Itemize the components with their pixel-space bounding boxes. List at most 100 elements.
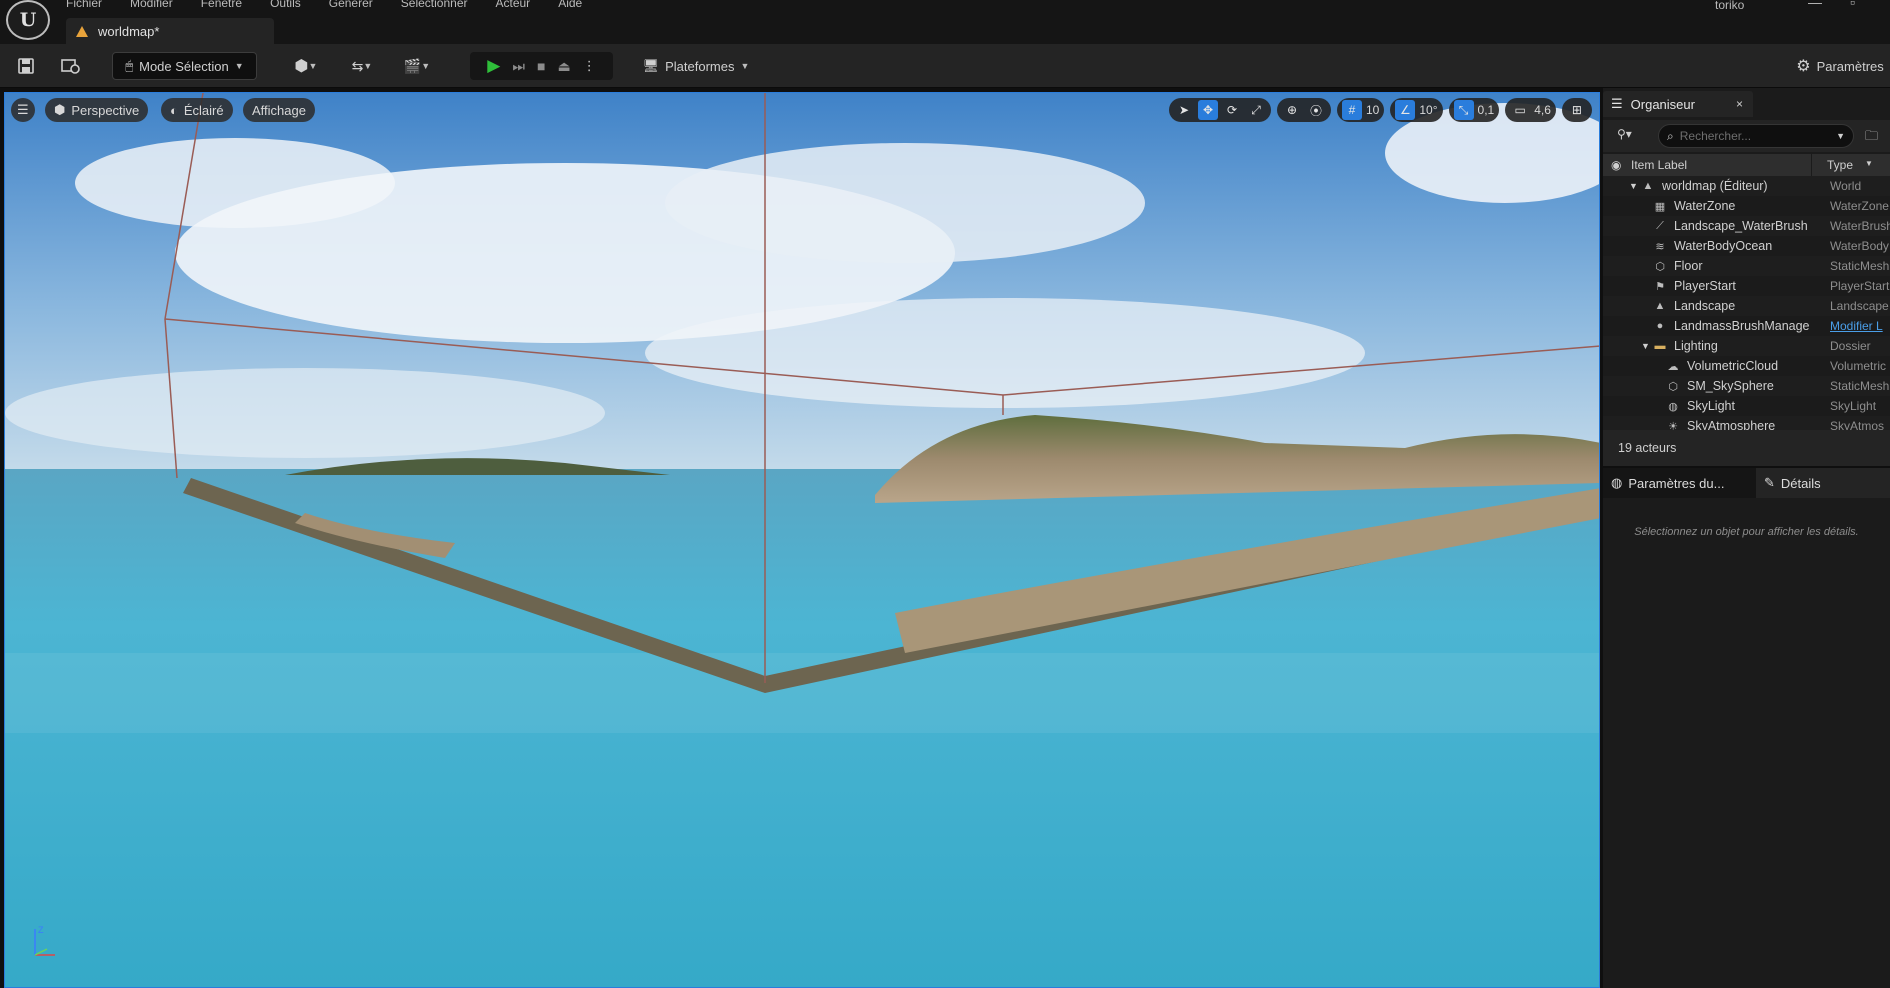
tree-row-waterzone[interactable]: ▦ WaterZone WaterZone xyxy=(1603,196,1890,216)
scene-render xyxy=(5,93,1599,987)
search-placeholder: Rechercher... xyxy=(1679,129,1752,143)
tab-details-label: Détails xyxy=(1780,475,1821,491)
brush-icon: ⟋ xyxy=(1656,219,1664,232)
settings-button[interactable]: ⚙ Paramètres xyxy=(1790,52,1890,80)
content-browser-icon[interactable] xyxy=(56,52,86,80)
sort-desc-icon: ▼ xyxy=(1865,159,1873,168)
tree-row-type: World xyxy=(1830,179,1862,193)
grid-icon: # xyxy=(1342,100,1362,120)
tree-row-skyatmosphere[interactable]: ☀ SkyAtmosphere SkyAtmos xyxy=(1603,416,1890,430)
surface-snap-icon[interactable]: ⦿ xyxy=(1306,100,1326,120)
column-type[interactable]: Type xyxy=(1827,158,1853,172)
menu-window[interactable]: Fenêtre xyxy=(201,0,242,10)
tree-row-type: WaterBrush xyxy=(1830,219,1890,233)
tree-row-type-link[interactable]: Modifier L xyxy=(1830,319,1883,333)
blueprint-button[interactable]: ⇆ ▼ xyxy=(344,52,380,80)
scale-icon[interactable]: ⤢ xyxy=(1246,100,1266,120)
tree-row-label: LandmassBrushManage xyxy=(1674,319,1810,333)
world-coords-icon[interactable]: ⊕ xyxy=(1282,100,1302,120)
menu-actor[interactable]: Acteur xyxy=(496,0,531,10)
add-folder-icon[interactable]: 🗀 xyxy=(1865,127,1878,149)
layout-grid-icon: ⊞ xyxy=(1571,103,1582,117)
menu-build[interactable]: Générer xyxy=(329,0,373,10)
column-divider xyxy=(1811,154,1812,176)
close-icon[interactable]: × xyxy=(1736,97,1743,111)
rotation-snap-toggle[interactable]: ∠ 10° xyxy=(1390,98,1443,122)
tab-details[interactable]: ✎ Détails xyxy=(1756,468,1890,498)
menu-tools[interactable]: Outils xyxy=(270,0,301,10)
stop-icon[interactable]: ■ xyxy=(537,58,545,74)
perspective-button[interactable]: ⬢ Perspective xyxy=(45,98,149,122)
expand-arrow-icon[interactable]: ▼ xyxy=(1629,181,1638,191)
select-arrow-icon[interactable]: ➤ xyxy=(1174,100,1194,120)
menu-help[interactable]: Aide xyxy=(558,0,582,10)
cube-icon: ⬢ xyxy=(54,102,66,117)
outliner-panel: ☰ Organiseur × ⚲▾ ⌕ Rechercher... ▼ 🗀 ◉ … xyxy=(1603,88,1890,466)
step-icon[interactable]: ⏭ xyxy=(512,58,525,75)
layout-button[interactable]: ⊞ xyxy=(1561,98,1592,122)
filter-icon[interactable]: ⚲▾ xyxy=(1617,127,1632,141)
camera-speed-button[interactable]: ▭ 4,6 xyxy=(1505,98,1556,122)
tree-row-playerstart[interactable]: ⚑ PlayerStart PlayerStart xyxy=(1603,276,1890,296)
chevron-down-icon: ▼ xyxy=(421,61,431,71)
more-options-icon[interactable]: ⋮ xyxy=(583,58,596,74)
cinematics-button[interactable]: 🎬 ▼ xyxy=(398,52,436,80)
tree-row-landmassbrushmanager[interactable]: ● LandmassBrushManage Modifier L xyxy=(1603,316,1890,336)
clapper-icon: 🎬 xyxy=(403,57,422,74)
menu-edit[interactable]: Modifier xyxy=(130,0,173,10)
outliner-header: ◉ Item Label Type ▼ xyxy=(1603,154,1890,176)
folder-icon: ▬ xyxy=(1654,340,1666,352)
tree-row-waterbodyocean[interactable]: ≋ WaterBodyOcean WaterBody xyxy=(1603,236,1890,256)
platforms-label: Plateformes xyxy=(665,58,735,74)
tree-row-lighting-folder[interactable]: ▼ ▬ Lighting Dossier xyxy=(1603,336,1890,356)
water-zone-icon: ▦ xyxy=(1654,200,1666,213)
tree-row-landscape[interactable]: ▲ Landscape Landscape xyxy=(1603,296,1890,316)
title-bar: U Fichier Modifier Fenêtre Outils Génére… xyxy=(0,0,1890,44)
cube-icon: ⬡ xyxy=(1655,260,1665,273)
play-icon[interactable]: ▶ xyxy=(487,56,500,76)
expand-arrow-icon[interactable]: ▼ xyxy=(1641,341,1650,351)
save-icon[interactable] xyxy=(12,52,40,80)
waves-icon: ≋ xyxy=(1655,240,1665,253)
move-icon[interactable]: ✥ xyxy=(1198,100,1218,120)
unreal-logo-icon[interactable]: U xyxy=(6,0,50,40)
tree-row-label: PlayerStart xyxy=(1674,279,1736,293)
tree-row-label: WaterBodyOcean xyxy=(1674,239,1773,253)
chevron-down-icon: ▼ xyxy=(740,61,750,71)
tab-world-settings[interactable]: ◍ Paramètres du... xyxy=(1603,468,1753,498)
level-viewport[interactable]: ☰ ⬢ Perspective ◐ Éclairé Affichage ➤ ✥ … xyxy=(4,92,1600,988)
tree-row-waterbrush[interactable]: ⟋ Landscape_WaterBrush WaterBrush xyxy=(1603,216,1890,236)
grid-snap-toggle[interactable]: # 10 xyxy=(1337,98,1385,122)
mode-select-label: Mode Sélection xyxy=(139,58,229,74)
chevron-down-icon[interactable]: ▼ xyxy=(1836,131,1845,141)
tree-row-world[interactable]: ▼ ▲ worldmap (Éditeur) World xyxy=(1603,176,1890,196)
tree-row-floor[interactable]: ⬡ Floor StaticMesh xyxy=(1603,256,1890,276)
scale-snap-toggle[interactable]: ⤡ 0,1 xyxy=(1448,98,1500,122)
mode-select-button[interactable]: 🖱 Mode Sélection ▼ xyxy=(112,52,257,80)
column-item-label[interactable]: Item Label xyxy=(1631,158,1687,172)
eject-icon[interactable]: ⏏ xyxy=(557,58,570,75)
outliner-search-row: ⚲▾ ⌕ Rechercher... ▼ 🗀 xyxy=(1603,120,1890,152)
camera-icon: ▭ xyxy=(1514,103,1526,117)
tree-row-skylight[interactable]: ◍ SkyLight SkyLight xyxy=(1603,396,1890,416)
minimize-icon[interactable]: — xyxy=(1808,0,1822,10)
document-tab[interactable]: worldmap* xyxy=(66,18,274,44)
outliner-search-input[interactable]: ⌕ Rechercher... ▼ xyxy=(1658,124,1854,148)
maximize-icon[interactable]: ▫ xyxy=(1850,0,1855,10)
tree-row-skysphere[interactable]: ⬡ SM_SkySphere StaticMesh xyxy=(1603,376,1890,396)
add-actor-button[interactable]: ⬢ ▼ xyxy=(288,52,324,80)
menu-select[interactable]: Sélectionner xyxy=(401,0,468,10)
tree-row-label: Lighting xyxy=(1674,339,1718,353)
viewport-menu-button[interactable]: ☰ xyxy=(11,98,35,122)
show-button[interactable]: Affichage xyxy=(243,98,315,122)
visibility-eye-icon[interactable]: ◉ xyxy=(1611,158,1621,172)
transform-group: ➤ ✥ ⟳ ⤢ xyxy=(1169,98,1271,122)
platforms-button[interactable]: 🖥 Plateformes ▼ xyxy=(636,52,756,80)
tree-row-volumetriccloud[interactable]: ☁ VolumetricCloud Volumetric xyxy=(1603,356,1890,376)
grid-snap-value: 10 xyxy=(1366,103,1380,117)
outliner-tab[interactable]: ☰ Organiseur × xyxy=(1603,91,1753,117)
lit-mode-button[interactable]: ◐ Éclairé xyxy=(161,98,233,122)
lit-mode-label: Éclairé xyxy=(183,102,224,118)
rotate-icon[interactable]: ⟳ xyxy=(1222,100,1242,120)
menu-file[interactable]: Fichier xyxy=(66,0,102,10)
